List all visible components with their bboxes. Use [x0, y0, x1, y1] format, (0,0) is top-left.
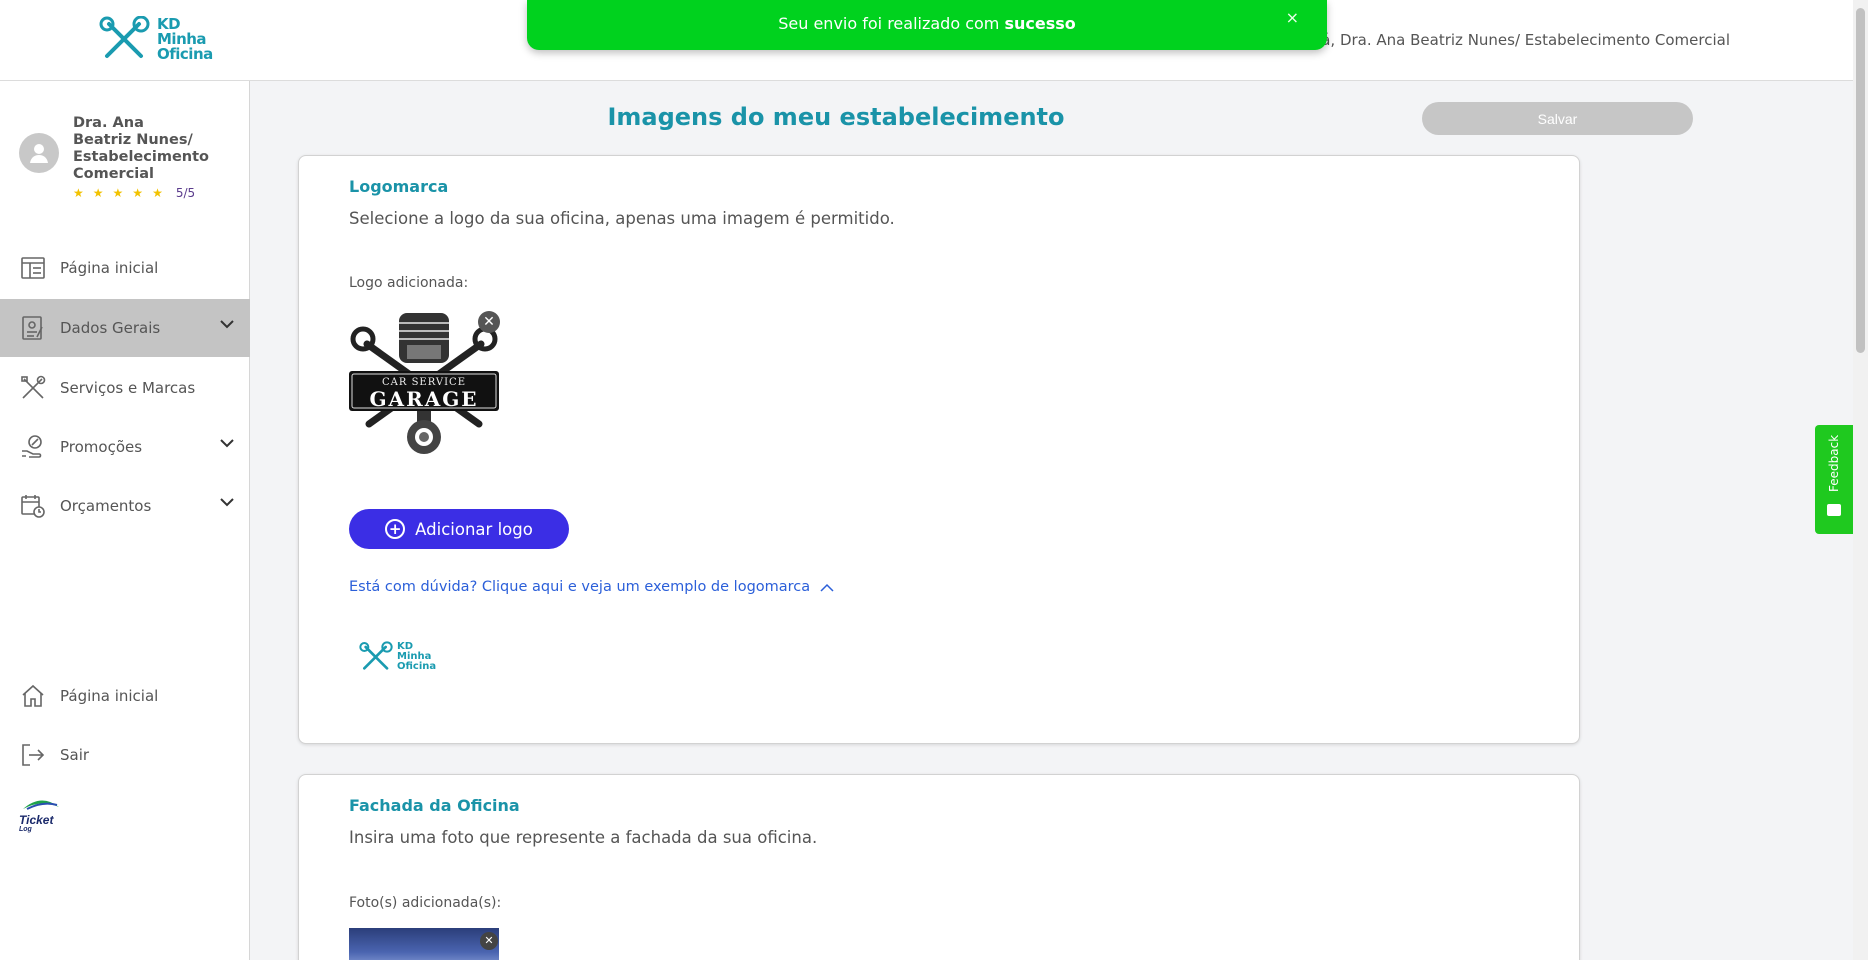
rating-value: 5/5 — [175, 186, 196, 200]
sidebar-item-promotions[interactable]: Promoções — [0, 418, 250, 476]
sidebar-item-quotes[interactable]: Orçamentos — [0, 477, 250, 535]
logo-card: Logomarca Selecione a logo da sua oficin… — [298, 155, 1580, 744]
layout-icon — [19, 254, 47, 282]
scrollbar-thumb[interactable] — [1856, 8, 1865, 353]
add-logo-label: Adicionar logo — [415, 519, 533, 539]
sidebar-item-logout[interactable]: Sair — [0, 726, 250, 784]
sidebar-item-label: Página inicial — [60, 259, 159, 277]
sidebar-item-label: Sair — [60, 746, 90, 764]
remove-photo-icon[interactable]: ✕ — [480, 932, 498, 950]
chevron-down-icon[interactable] — [220, 320, 234, 329]
logo-added-label: Logo adicionada: — [349, 275, 469, 291]
wrench-screwdriver-icon — [99, 16, 150, 58]
facade-card: Fachada da Oficina Insira uma foto que r… — [298, 774, 1580, 960]
add-logo-button[interactable]: + Adicionar logo — [349, 509, 569, 549]
home-icon — [19, 682, 47, 710]
ticket-log-line-1: Ticket — [19, 813, 54, 827]
sidebar-item-label: Serviços e Marcas — [60, 379, 196, 397]
page-scrollbar[interactable] — [1853, 0, 1868, 960]
sidebar-item-label: Orçamentos — [60, 497, 152, 515]
logo-card-title: Logomarca — [349, 177, 449, 196]
star-icon: ★ — [92, 186, 104, 200]
star-icon: ★ — [73, 186, 84, 200]
sidebar-item-label: Promoções — [60, 438, 143, 456]
sidebar-item-home-bottom[interactable]: Página inicial — [0, 667, 250, 725]
avatar — [19, 133, 59, 173]
chat-icon — [1827, 504, 1841, 516]
rating: ★ ★ ★ ★ ★ 5/5 — [73, 186, 203, 200]
logo-example-link[interactable]: Está com dúvida? Clique aqui e veja um e… — [349, 579, 834, 595]
facade-added-label: Foto(s) adicionada(s): — [349, 895, 502, 911]
logo-card-description: Selecione a logo da sua oficina, apenas … — [349, 209, 895, 228]
facade-card-description: Insira uma foto que represente a fachada… — [349, 828, 818, 847]
logo-banner-main-text: GARAGE — [369, 387, 479, 411]
discount-hand-icon — [19, 433, 47, 461]
example-logo-line-3: Oficina — [397, 661, 437, 672]
remove-logo-icon[interactable]: ✕ — [478, 311, 500, 333]
sidebar-item-general-data[interactable]: Dados Gerais — [0, 299, 250, 357]
brand-line-3: Oficina — [157, 44, 213, 63]
star-icon: ★ — [132, 186, 144, 200]
chevron-down-icon[interactable] — [220, 439, 234, 448]
feedback-tab[interactable]: Feedback — [1815, 425, 1853, 534]
facade-card-title: Fachada da Oficina — [349, 796, 520, 815]
sidebar-item-services-brands[interactable]: Serviços e Marcas — [0, 359, 250, 417]
tools-icon — [19, 374, 47, 402]
sidebar-item-label: Página inicial — [60, 687, 159, 705]
logo-example-link-text: Está com dúvida? Clique aqui e veja um e… — [349, 579, 811, 595]
toast-message-bold: sucesso — [1004, 14, 1076, 33]
document-edit-icon — [19, 314, 47, 342]
feedback-label: Feedback — [1827, 434, 1841, 492]
toast-close-icon[interactable]: × — [1286, 10, 1299, 26]
calendar-clock-icon — [19, 492, 47, 520]
chevron-up-icon[interactable] — [820, 583, 834, 592]
brand-logo[interactable]: KD Minha Oficina — [99, 16, 213, 62]
logo-thumbnail: CAR SERVICE GARAGE ✕ — [349, 309, 500, 459]
profile-name: Dra. Ana Beatriz Nunes/ Estabelecimento … — [73, 115, 209, 182]
success-toast: Seu envio foi realizado com sucesso × — [527, 0, 1327, 50]
ticket-log-logo: Ticket Log — [19, 796, 63, 834]
sidebar-item-home[interactable]: Página inicial — [0, 239, 250, 297]
user-icon — [30, 144, 48, 163]
user-profile: Dra. Ana Beatriz Nunes/ Estabelecimento … — [19, 115, 209, 200]
ticket-log-line-2: Log — [19, 826, 32, 833]
page-title: Imagens do meu estabelecimento — [607, 103, 1065, 131]
user-greeting: Olá, Dra. Ana Beatriz Nunes/ Estabelecim… — [1305, 31, 1730, 49]
plus-circle-icon: + — [385, 519, 406, 539]
facade-photo-thumbnail: ✕ — [349, 928, 499, 960]
logout-icon — [19, 741, 47, 769]
sidebar-item-label: Dados Gerais — [60, 319, 161, 337]
example-logo: KD Minha Oficina — [359, 640, 436, 674]
wrench-screwdriver-icon — [359, 641, 393, 670]
star-icon: ★ — [152, 186, 163, 200]
toast-message: Seu envio foi realizado com — [778, 14, 1005, 33]
save-button[interactable]: Salvar — [1422, 102, 1693, 135]
chevron-down-icon[interactable] — [220, 498, 234, 507]
star-icon: ★ — [112, 186, 124, 200]
sidebar: Dra. Ana Beatriz Nunes/ Estabelecimento … — [0, 81, 250, 960]
